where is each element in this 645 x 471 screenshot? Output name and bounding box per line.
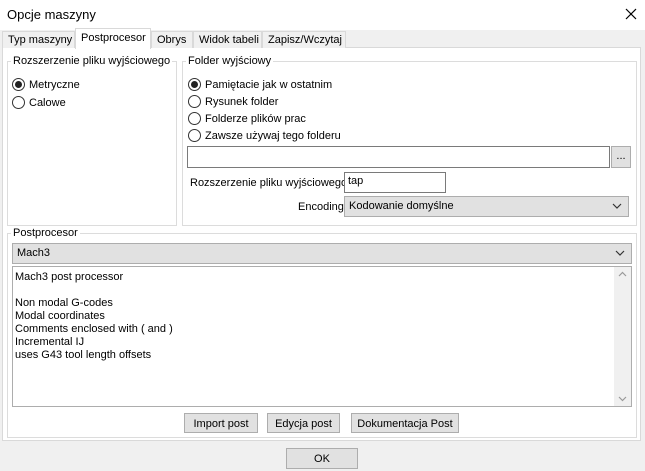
radio-button[interactable]: [188, 129, 201, 142]
title-bar: [0, 0, 645, 30]
post-documentation-button[interactable]: Dokumentacja Post: [351, 413, 459, 433]
description-line: [15, 284, 173, 297]
radio-label: Rysunek folder: [205, 95, 279, 108]
description-text: Mach3 post processor Non modal G-codes M…: [15, 271, 173, 362]
tab-obrys[interactable]: Obrys: [151, 31, 193, 48]
extension-label: Rozszerzenie pliku wyjściowego: [190, 177, 348, 189]
output-extension-legend: Rozszerzenie pliku wyjściowego: [13, 55, 171, 67]
description-line: Non modal G-codes: [15, 297, 113, 309]
radio-label: Folderze plików prac: [205, 112, 306, 125]
radio-rysunek-folder[interactable]: Rysunek folder: [188, 95, 278, 108]
description-line: Comments enclosed with ( and ): [15, 323, 173, 335]
postprocessor-description[interactable]: Mach3 post processor Non modal G-codes M…: [12, 266, 632, 407]
description-line: Modal coordinates: [15, 310, 105, 322]
tab-widok-tabeli[interactable]: Widok tabeli: [193, 31, 262, 48]
encoding-label: Encoding: [298, 201, 344, 213]
tab-zapisz-wczytaj[interactable]: Zapisz/Wczytaj: [262, 31, 346, 48]
folder-path-input[interactable]: [187, 146, 610, 168]
extension-input[interactable]: tap: [344, 172, 446, 193]
radio-button-checked[interactable]: [188, 78, 201, 91]
radio-label: Zawsze używaj tego folderu: [205, 129, 341, 142]
import-post-button[interactable]: Import post: [184, 413, 258, 433]
description-line: Incremental IJ: [15, 336, 85, 348]
ok-button[interactable]: OK: [286, 448, 358, 469]
postprocessor-dropdown[interactable]: Mach3: [12, 243, 632, 264]
description-line: Mach3 post processor: [15, 271, 124, 283]
postprocessor-selected-value: Mach3: [17, 247, 51, 259]
radio-button-checked[interactable]: [12, 78, 25, 91]
chevron-down-icon: [615, 250, 625, 256]
edit-post-button[interactable]: Edycja post: [267, 413, 340, 433]
radio-button[interactable]: [188, 112, 201, 125]
radio-label: Metryczne: [29, 78, 80, 91]
chevron-down-icon: [612, 203, 622, 209]
scroll-down-icon[interactable]: [618, 395, 627, 402]
radio-folderze-plikow-prac[interactable]: Folderze plików prac: [188, 112, 306, 125]
radio-zawsze-ten-folder[interactable]: Zawsze używaj tego folderu: [188, 129, 341, 142]
encoding-dropdown[interactable]: Kodowanie domyślne: [344, 196, 629, 217]
radio-button[interactable]: [12, 96, 25, 109]
description-line: uses G43 tool length offsets: [15, 349, 152, 361]
radio-pamietacie[interactable]: Pamiętacie jak w ostatnim: [188, 78, 332, 91]
postprocessor-legend: Postprocesor: [13, 227, 78, 239]
radio-metryczne[interactable]: Metryczne: [12, 78, 80, 91]
vertical-scrollbar[interactable]: [614, 267, 631, 406]
radio-button[interactable]: [188, 95, 201, 108]
encoding-selected-value: Kodowanie domyślne: [349, 200, 454, 212]
radio-label: Calowe: [29, 96, 66, 109]
tab-postprocesor[interactable]: Postprocesor: [75, 28, 151, 49]
output-folder-legend: Folder wyjściowy: [188, 55, 272, 67]
close-icon[interactable]: [622, 5, 640, 23]
tab-typ-maszyny[interactable]: Typ maszyny: [2, 31, 75, 48]
browse-folder-button[interactable]: ...: [611, 146, 631, 168]
scroll-up-icon[interactable]: [618, 271, 627, 278]
window-title: Opcje maszyny: [7, 7, 96, 22]
radio-calowe[interactable]: Calowe: [12, 96, 66, 109]
radio-label: Pamiętacie jak w ostatnim: [205, 78, 333, 91]
